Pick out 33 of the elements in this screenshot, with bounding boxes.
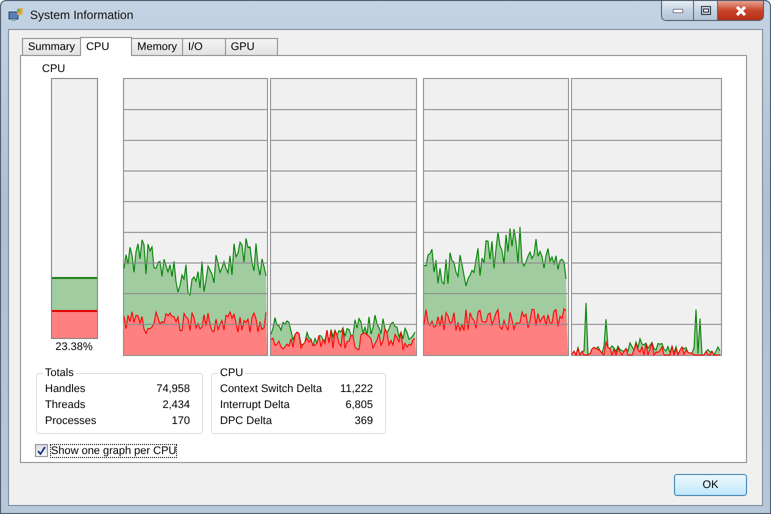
group-title: CPU <box>219 367 244 379</box>
stat-label: Interrupt Delta <box>220 399 290 411</box>
close-icon <box>734 6 746 16</box>
checkbox-label[interactable]: Show one graph per CPU <box>51 444 176 456</box>
tab[interactable]: Summary <box>22 38 82 55</box>
tab[interactable]: Memory <box>131 38 184 55</box>
stat-value: 74,958 <box>156 383 190 395</box>
check-icon <box>37 446 46 455</box>
minimize-button[interactable] <box>662 1 693 20</box>
usage-reading: 23.38% <box>55 341 93 353</box>
checkbox[interactable] <box>35 444 48 457</box>
tab[interactable]: GPU <box>224 38 278 55</box>
stat-label: Context Switch Delta <box>220 383 322 395</box>
close-button[interactable] <box>717 1 763 20</box>
tab[interactable]: I/O <box>182 38 226 55</box>
group-title: Totals <box>44 367 75 379</box>
window-title: System Information <box>30 8 134 22</box>
meter-title: CPU <box>42 63 66 77</box>
stat-label: Handles <box>45 383 86 395</box>
ok-button[interactable]: OK <box>674 474 747 496</box>
stat-value: 369 <box>354 415 373 427</box>
stat-value: 170 <box>172 415 190 427</box>
stat-label: DPC Delta <box>220 415 272 427</box>
stat-label: Threads <box>45 399 86 411</box>
tab[interactable]: CPU <box>80 37 132 56</box>
minimize-icon <box>672 8 682 12</box>
stat-value: 6,805 <box>345 399 373 411</box>
stat-value: 11,222 <box>340 383 373 395</box>
maximize-button[interactable] <box>693 1 717 20</box>
maximize-icon <box>700 6 710 15</box>
app-icon <box>8 7 24 23</box>
stat-value: 2,434 <box>162 399 190 411</box>
stat-label: Processes <box>45 415 96 427</box>
